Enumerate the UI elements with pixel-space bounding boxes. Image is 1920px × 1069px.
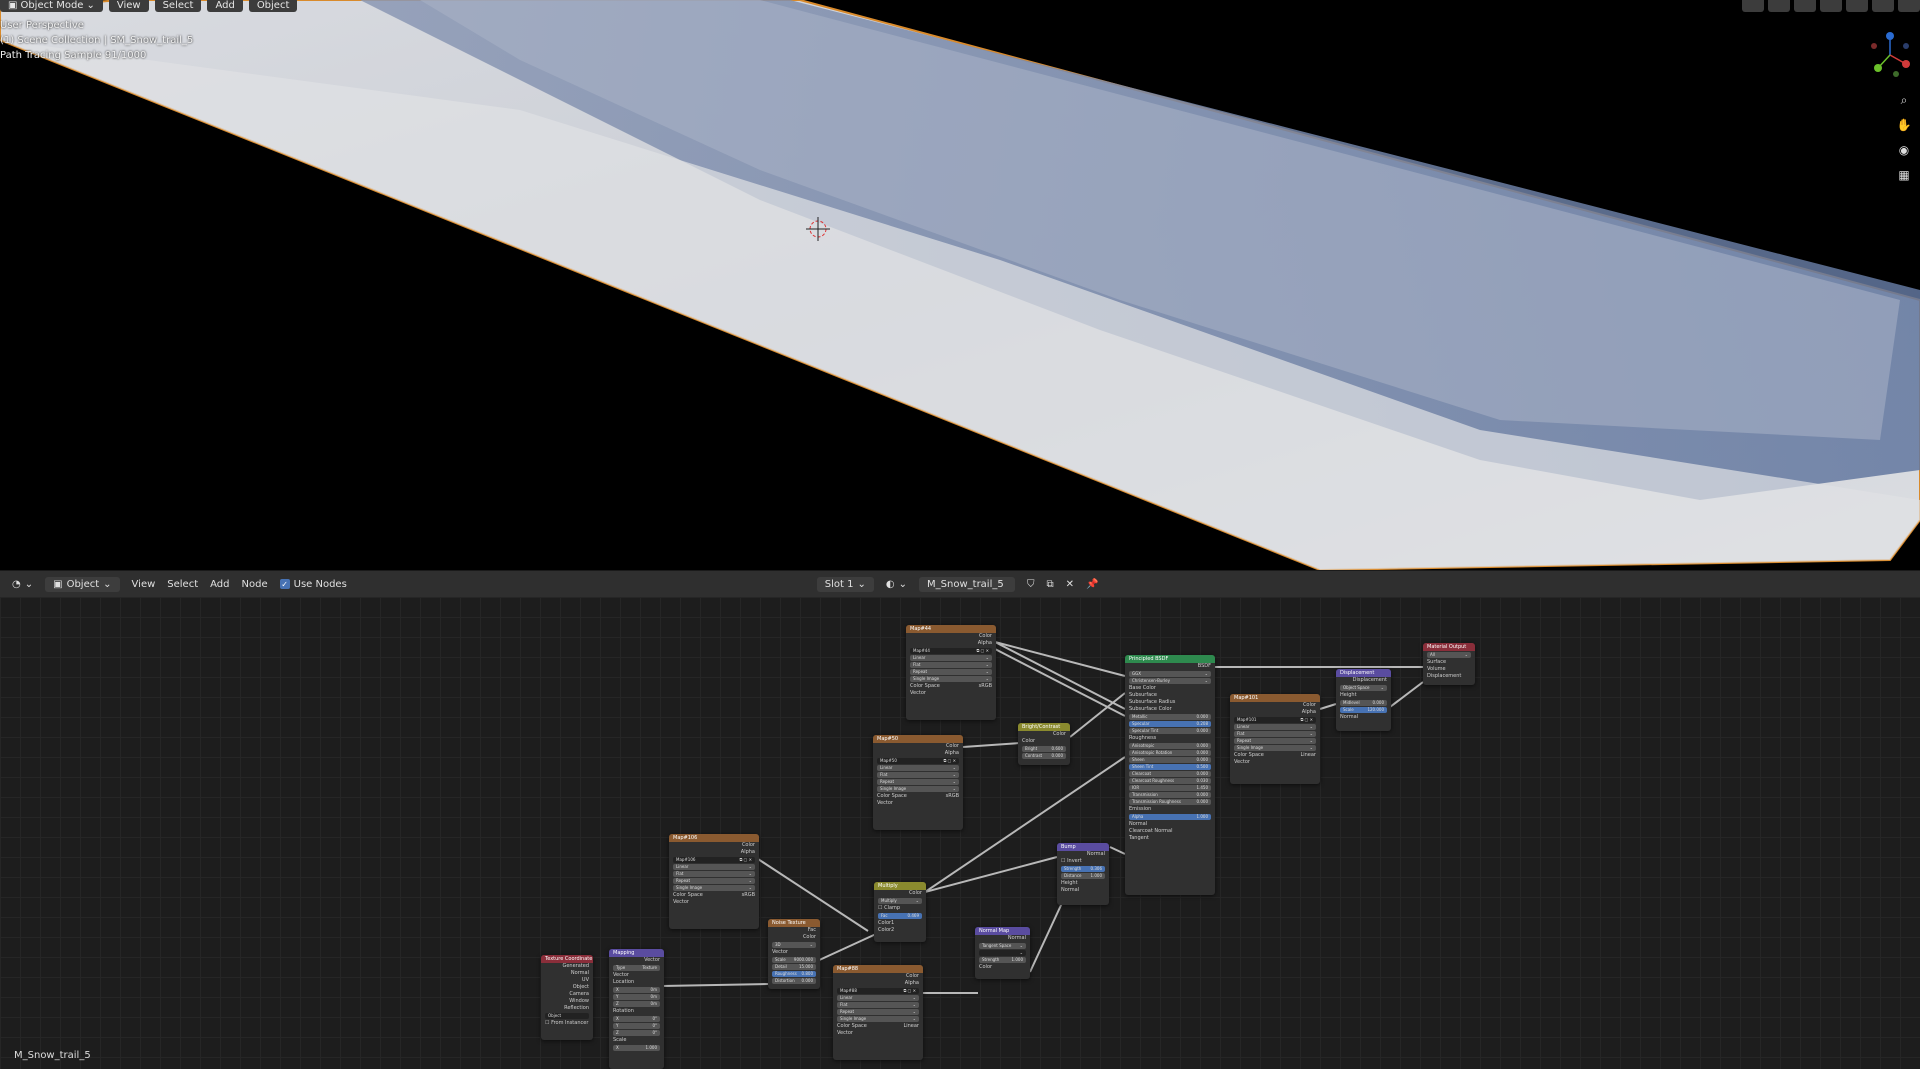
shading-rendered-button[interactable] (1898, 0, 1920, 12)
chevron-down-icon: ⌄ (857, 578, 866, 590)
snow-trail-render (0, 0, 1920, 570)
viewport-header: ▣ Object Mode ⌄ View Select Add Object (0, 0, 298, 12)
object-type-dropdown[interactable]: ▣ Object ⌄ (45, 576, 120, 592)
menu-select[interactable]: Select (167, 579, 198, 590)
image-texture-node-map44[interactable]: Map#44 Color Alpha Map#44 ⧉ ▢ ✕ Linear ⌄ F… (906, 625, 996, 720)
material-output-node[interactable]: Material Output All ⌄ Surface Volume Disp… (1423, 643, 1475, 685)
camera-icon[interactable]: ◉ (1896, 142, 1912, 158)
mapping-node[interactable]: Mapping Vector Type Texture Vector Locati… (609, 949, 664, 1069)
xray-toggle-button[interactable] (1820, 0, 1842, 12)
use-nodes-toggle[interactable]: ✓ Use Nodes (279, 579, 347, 590)
navigation-controls: ⌕ ✋ ◉ ▦ (1896, 92, 1912, 183)
multiply-node[interactable]: Multiply Color Multiply ⌄ ☐ Clamp Fac 0.46… (874, 882, 926, 942)
bump-node[interactable]: Bump Normal ☐ Invert Strength 0.306 Dista… (1057, 843, 1109, 905)
node-editor-header: ◔ ⌄ ▣ Object ⌄ View Select Add Node ✓ Use No… (0, 570, 1920, 597)
menu-add[interactable]: Add (210, 579, 229, 590)
zoom-icon[interactable]: ⌕ (1896, 92, 1912, 108)
3d-viewport[interactable]: ▣ Object Mode ⌄ View Select Add Object Use… (0, 0, 1920, 570)
normal-map-node[interactable]: Normal Map Normal Tangent Space ⌄ ⌄ Stren… (975, 927, 1030, 979)
gizmo-toggle-button[interactable] (1768, 0, 1790, 12)
mode-icon: ▣ (8, 0, 18, 11)
object-icon: ▣ (53, 578, 63, 590)
menu-node[interactable]: Node (242, 579, 268, 590)
y-axis-icon (1874, 64, 1882, 72)
grid-icon[interactable]: ▦ (1896, 167, 1912, 183)
principled-bsdf-node[interactable]: Principled BSDF BSDF GGX ⌄ Christensen-Bu… (1125, 655, 1215, 895)
material-sphere-icon: ◐ (885, 578, 895, 590)
render-samples-label: Path Tracing Sample 91/1000 (0, 50, 147, 61)
material-browse-button[interactable]: ◐ ⌄ (886, 579, 907, 590)
noise-texture-node[interactable]: Noise Texture Fac Color 3D ⌄ Vector Scale… (768, 919, 820, 989)
checkbox-icon[interactable]: ✓ (279, 579, 290, 589)
hand-icon[interactable]: ✋ (1896, 117, 1912, 133)
fake-user-icon[interactable]: ⛉ (1027, 579, 1035, 590)
chevron-down-icon: ⌄ (86, 0, 95, 11)
bright-contrast-node[interactable]: Bright/Contrast Color Color Bright 0.600 … (1018, 723, 1070, 765)
image-texture-node-map101[interactable]: Map#101 Color Alpha Map#101 ⧉ ▢ ✕ Linear ⌄… (1230, 694, 1320, 784)
close-icon[interactable]: ✕ (1066, 579, 1074, 590)
material-name-label: M_Snow_trail_5 (14, 1050, 91, 1061)
shading-material-button[interactable] (1872, 0, 1894, 12)
texture-coordinate-node[interactable]: Texture Coordinate Generated Normal UV O… (541, 955, 593, 1040)
shading-solid-button[interactable] (1846, 0, 1868, 12)
clock-icon: ◔ (12, 578, 21, 590)
menu-view[interactable]: View (108, 0, 149, 12)
menu-select[interactable]: Select (154, 0, 202, 12)
chevron-down-icon: ⌄ (103, 578, 112, 590)
menu-add[interactable]: Add (207, 0, 243, 12)
overlay-toggle-button[interactable] (1794, 0, 1816, 12)
editor-type-button[interactable]: ◔ ⌄ (12, 579, 33, 590)
slot-dropdown[interactable]: Slot 1 ⌄ (816, 576, 874, 592)
transform-pivot-button[interactable] (1742, 0, 1764, 12)
image-texture-node-map106[interactable]: Map#106 Color Alpha Map#106 ⧉ ▢ ✕ Linear ⌄… (669, 834, 759, 929)
image-texture-node-map50[interactable]: Map#50 Color Alpha Map#50 ⧉ ▢ ✕ Linear ⌄ F… (873, 735, 963, 830)
x-axis-icon (1902, 60, 1910, 68)
image-selector[interactable]: Map#44 ⧉ ▢ ✕ (910, 648, 992, 654)
z-axis-icon (1886, 32, 1894, 40)
image-texture-node-map88[interactable]: Map#88 Color Alpha Map#88 ⧉ ▢ ✕ Linear ⌄ F… (833, 965, 923, 1060)
pin-icon[interactable]: 📌 (1086, 579, 1098, 590)
perspective-label: User Perspective (0, 20, 84, 31)
material-name-field[interactable]: M_Snow_trail_5 (919, 576, 1016, 592)
displacement-node[interactable]: Displacement Displacement Object Space ⌄ … (1336, 669, 1391, 731)
menu-view[interactable]: View (132, 579, 156, 590)
mode-dropdown[interactable]: ▣ Object Mode ⌄ (0, 0, 103, 12)
duplicate-icon[interactable]: ⧉ (1047, 579, 1054, 590)
menu-object[interactable]: Object (248, 0, 298, 12)
collection-label: (1) Scene Collection | SM_Snow_trail_5 (0, 35, 194, 46)
node-editor-canvas[interactable]: Map#44 Color Alpha Map#44 ⧉ ▢ ✕ Linear ⌄ F… (0, 597, 1920, 1069)
viewport-shading-tools (1742, 0, 1920, 12)
navigation-gizmo[interactable] (1868, 30, 1912, 80)
